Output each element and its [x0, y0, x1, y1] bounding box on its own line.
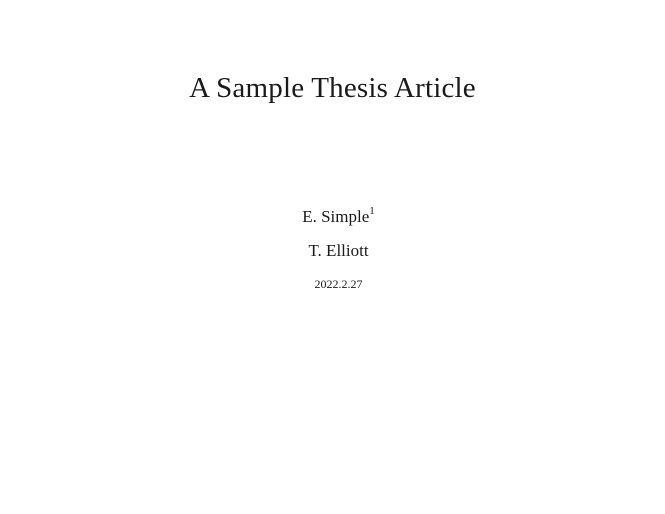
- author-line-2: T. Elliott: [0, 241, 665, 261]
- author-name: E. Simple: [302, 207, 370, 226]
- document-date: 2022.2.27: [314, 277, 363, 291]
- author-line-1: E. Simple1: [0, 205, 665, 227]
- document-title: A Sample Thesis Article: [189, 72, 476, 104]
- author-footnote-mark[interactable]: 1: [369, 205, 375, 217]
- author-name: T. Elliott: [308, 241, 369, 260]
- document-page: A Sample Thesis Article E. Simple1 T. El…: [0, 0, 665, 514]
